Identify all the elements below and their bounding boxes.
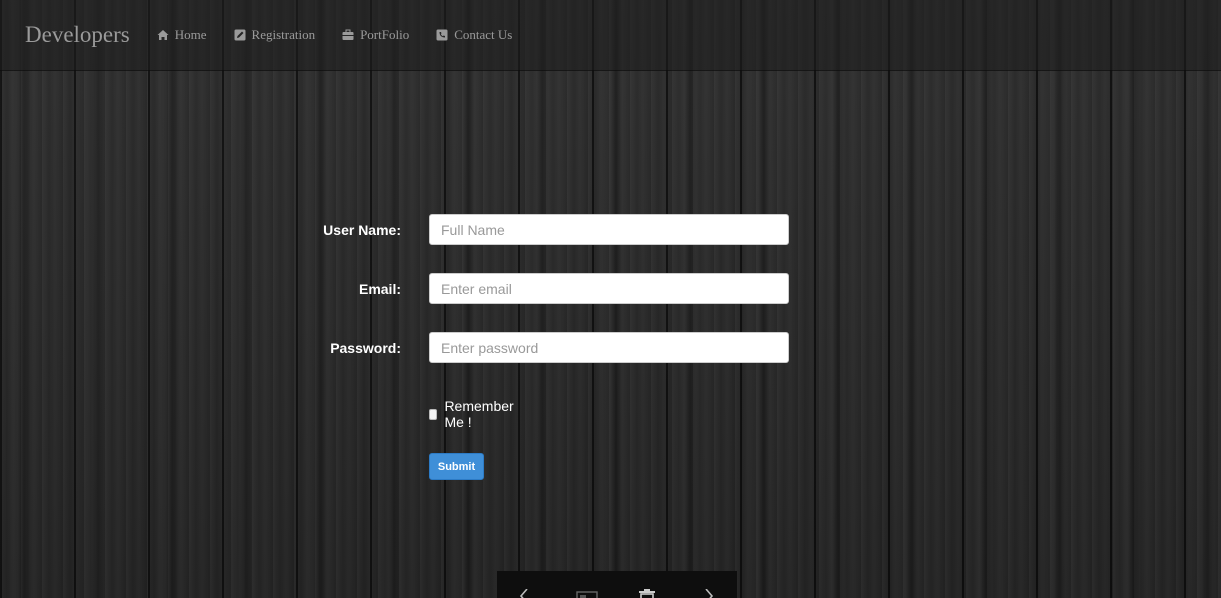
submit-button[interactable]: Submit bbox=[429, 453, 484, 480]
username-label: User Name: bbox=[323, 222, 401, 238]
brand-logo[interactable]: Developers bbox=[25, 22, 130, 48]
username-input[interactable] bbox=[429, 214, 789, 245]
image-viewer-toolbar bbox=[497, 571, 737, 598]
password-label: Password: bbox=[330, 340, 401, 356]
nav-item-label: PortFolio bbox=[360, 27, 410, 42]
edit-icon bbox=[234, 29, 246, 41]
chevron-left-icon[interactable] bbox=[519, 589, 529, 598]
nav-item-contact[interactable]: Contact Us bbox=[436, 27, 512, 43]
nav-item-portfolio[interactable]: PortFolio bbox=[342, 27, 409, 43]
trash-icon[interactable] bbox=[638, 589, 656, 598]
nav-item-label: Registration bbox=[251, 27, 316, 42]
remember-me-control[interactable]: Remember Me ! bbox=[429, 398, 516, 430]
briefcase-icon bbox=[342, 29, 354, 40]
nav-item-home[interactable]: Home bbox=[157, 27, 207, 43]
email-label: Email: bbox=[358, 281, 401, 297]
chevron-right-icon[interactable] bbox=[704, 589, 714, 598]
remember-me-label: Remember Me ! bbox=[444, 398, 514, 430]
home-icon bbox=[157, 30, 169, 40]
phone-icon bbox=[436, 29, 448, 41]
remember-me-checkbox[interactable] bbox=[429, 408, 438, 420]
nav-item-registration[interactable]: Registration bbox=[234, 27, 316, 43]
password-input[interactable] bbox=[429, 332, 789, 363]
top-navbar: Developers Home Registration PortFolio C… bbox=[0, 0, 1221, 71]
email-input[interactable] bbox=[429, 273, 789, 304]
image-icon[interactable] bbox=[576, 589, 598, 598]
nav-item-label: Contact Us bbox=[454, 27, 513, 42]
nav-item-label: Home bbox=[174, 27, 207, 42]
